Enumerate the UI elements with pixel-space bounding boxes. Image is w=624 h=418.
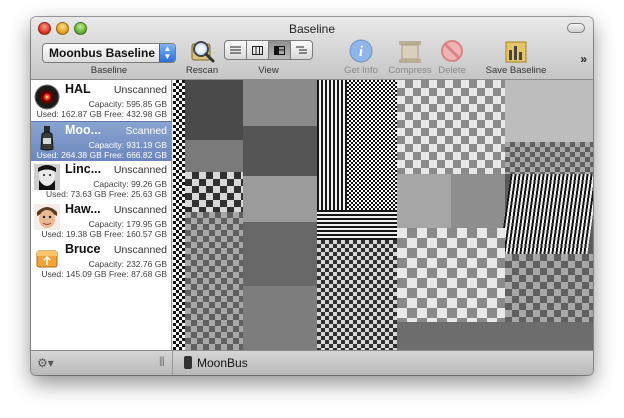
treemap-block[interactable] <box>505 80 593 142</box>
treemap-block[interactable] <box>243 80 317 126</box>
treemap-block[interactable] <box>173 80 185 350</box>
volume-usage: Used: 162.87 GB Free: 432.98 GB <box>36 109 167 119</box>
treemap-block[interactable] <box>185 212 243 350</box>
treemap-block[interactable] <box>397 228 505 322</box>
info-icon: i <box>349 39 373 63</box>
volume-usage: Used: 73.63 GB Free: 25.63 GB <box>46 189 167 199</box>
status-bar: ⚙▾ ||| MoonBus <box>31 350 593 375</box>
status-divider <box>172 351 173 375</box>
volume-item-lincoln[interactable]: Linc... Unscanned Capacity: 99.26 GB Use… <box>31 161 172 201</box>
hal-eye-icon <box>34 84 60 110</box>
volume-name: Bruce <box>65 242 101 256</box>
baseline-popup[interactable]: Moonbus Baseline ... ▲ ▼ <box>42 43 176 63</box>
outline-view-icon <box>296 46 307 53</box>
column-view-icon <box>252 45 263 55</box>
treemap-block[interactable] <box>505 142 593 174</box>
treemap-block[interactable] <box>185 140 243 172</box>
save-baseline-label: Save Baseline <box>485 65 547 76</box>
volume-item-hawking[interactable]: Haw... Unscanned Capacity: 179.95 GB Use… <box>31 201 172 241</box>
baseline-window: Baseline Moonbus Baseline ... ▲ ▼ Baselin… <box>31 17 593 375</box>
volume-item-hal[interactable]: HAL Unscanned Capacity: 595.85 GB Used: … <box>31 81 172 121</box>
baseline-popup-value: Moonbus Baseline ... <box>49 46 169 60</box>
delete-button[interactable] <box>440 39 464 63</box>
compress-label: Compress <box>388 65 432 76</box>
save-baseline-button[interactable] <box>503 38 529 64</box>
volume-list[interactable]: HAL Unscanned Capacity: 595.85 GB Used: … <box>31 80 172 350</box>
volume-status: Unscanned <box>113 84 167 96</box>
bottle-drive-icon <box>184 356 192 369</box>
rescan-label: Rescan <box>185 65 219 76</box>
disk-treemap[interactable] <box>173 80 593 350</box>
current-volume-name: MoonBus <box>197 356 248 370</box>
list-view-icon <box>230 46 241 53</box>
volume-capacity: Capacity: 99.26 GB <box>93 179 167 189</box>
treemap-block[interactable] <box>243 126 317 176</box>
treemap-block[interactable] <box>499 174 593 254</box>
toolbar-overflow-button[interactable]: » <box>580 52 587 66</box>
volume-name: Linc... <box>65 162 102 176</box>
rescan-button[interactable] <box>189 38 215 64</box>
view-segmented-control[interactable] <box>224 40 313 60</box>
treemap-block[interactable] <box>243 222 317 286</box>
toolbar: Baseline Moonbus Baseline ... ▲ ▼ Baselin… <box>31 17 593 80</box>
get-info-label: Get Info <box>344 65 378 76</box>
volume-name: HAL <box>65 82 91 96</box>
window-title: Baseline <box>288 22 336 36</box>
volume-item-bruce[interactable]: Bruce Unscanned Capacity: 232.76 GB Used… <box>31 241 172 281</box>
compress-vise-icon <box>399 41 421 63</box>
usb-drive-icon <box>36 250 58 268</box>
delete-prohibited-icon <box>441 40 463 62</box>
gear-icon[interactable]: ⚙▾ <box>37 356 54 370</box>
treemap-block[interactable] <box>317 210 397 240</box>
rescan-magnifier-icon <box>191 41 215 63</box>
treemap-block[interactable] <box>243 286 317 350</box>
treemap-block[interactable] <box>347 80 397 210</box>
volume-capacity: Capacity: 931.19 GB <box>88 140 167 150</box>
get-info-button[interactable]: i <box>349 39 373 63</box>
treemap-block[interactable] <box>317 240 397 350</box>
view-label: View <box>258 65 279 76</box>
volume-capacity: Capacity: 179.95 GB <box>88 219 167 229</box>
delete-label: Delete <box>438 65 466 76</box>
volume-usage: Used: 145.09 GB Free: 87.68 GB <box>41 269 167 279</box>
volume-usage: Used: 264.38 GB Free: 666.82 GB <box>36 150 167 160</box>
volume-status: Unscanned <box>113 244 167 256</box>
treemap-block[interactable] <box>505 254 593 322</box>
treemap-block[interactable] <box>397 80 505 174</box>
compress-button[interactable] <box>397 38 423 64</box>
volume-item-moonbus[interactable]: Moo... Scanned Capacity: 931.19 GB Used:… <box>31 121 172 161</box>
volume-capacity: Capacity: 232.76 GB <box>88 259 167 269</box>
treemap-block[interactable] <box>185 80 243 140</box>
column-view-button[interactable] <box>246 40 269 60</box>
treemap-block[interactable] <box>185 172 243 212</box>
volume-usage: Used: 19.38 GB Free: 160.57 GB <box>41 229 167 239</box>
treemap-block[interactable] <box>317 80 347 210</box>
face-portrait-icon <box>34 204 60 230</box>
outline-view-button[interactable] <box>290 40 313 60</box>
volume-name: Moo... <box>65 123 102 137</box>
treemap-block[interactable] <box>397 322 593 350</box>
popup-arrows-icon: ▲ ▼ <box>159 44 175 62</box>
bottle-drive-icon <box>40 126 54 151</box>
treemap-block[interactable] <box>397 174 451 228</box>
baseline-label: Baseline <box>90 65 128 76</box>
treemap-block[interactable] <box>243 176 317 222</box>
volume-status: Scanned <box>125 125 167 137</box>
volume-name: Haw... <box>65 202 101 216</box>
split-resize-handle[interactable]: ||| <box>159 356 165 367</box>
toolbar-toggle-button[interactable] <box>567 23 585 33</box>
list-view-button[interactable] <box>224 40 247 60</box>
volume-status: Unscanned <box>113 164 167 176</box>
treemap-view-button[interactable] <box>268 40 291 60</box>
volume-status: Unscanned <box>113 204 167 216</box>
treemap-block[interactable] <box>451 174 505 228</box>
treemap-view-icon <box>274 45 285 55</box>
lincoln-portrait-icon <box>34 164 60 190</box>
save-baseline-chart-icon <box>505 41 527 63</box>
volume-capacity: Capacity: 595.85 GB <box>88 99 167 109</box>
